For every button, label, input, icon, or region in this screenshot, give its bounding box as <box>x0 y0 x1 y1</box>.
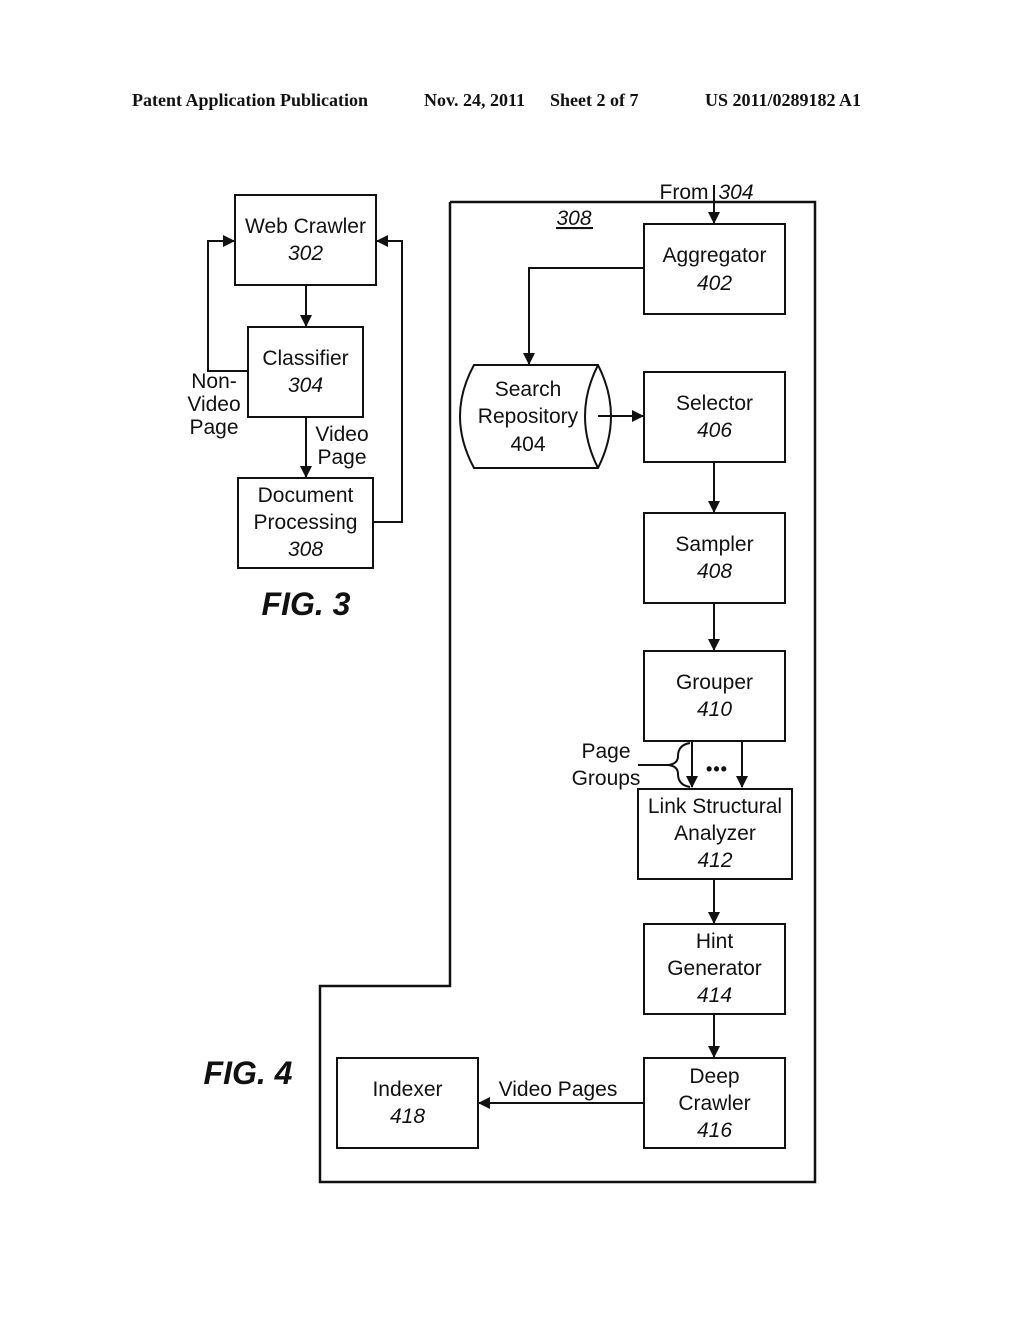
document-processing-label-line1: Document <box>258 484 354 507</box>
non-video-label-line1: Non- <box>191 370 237 393</box>
search-repository-label-line1: Search <box>495 378 562 401</box>
video-pages-label: Video Pages <box>499 1078 618 1101</box>
patent-figures: Web Crawler 302 Classifier 304 Non- Vide… <box>187 181 817 1184</box>
indexer-box <box>336 1057 479 1149</box>
aggregator-box <box>643 223 786 315</box>
selector-label: Selector <box>676 392 753 415</box>
search-repository-ref: 404 <box>510 433 545 456</box>
deep-crawler-node: Deep Crawler 416 <box>643 1057 786 1149</box>
sampler-label: Sampler <box>675 533 753 556</box>
link-structural-analyzer-ref: 412 <box>697 849 732 872</box>
from-ref: 304 <box>718 181 753 204</box>
page-groups-brace <box>667 742 691 788</box>
grouper-ref: 410 <box>697 698 732 721</box>
link-structural-analyzer-node: Link Structural Analyzer 412 <box>637 788 793 880</box>
sampler-ref: 408 <box>697 560 732 583</box>
link-structural-analyzer-label-line2: Analyzer <box>674 822 756 845</box>
fig3-diagram: Web Crawler 302 Classifier 304 Non- Vide… <box>187 194 403 622</box>
ellipsis: ••• <box>706 759 728 779</box>
hint-generator-ref: 414 <box>697 984 732 1007</box>
selector-node: Selector 406 <box>643 371 786 463</box>
video-page-label-line1: Video <box>315 423 368 446</box>
non-video-label-line2: Video <box>187 393 240 416</box>
web-crawler-label: Web Crawler <box>245 215 366 238</box>
deep-crawler-label-line1: Deep <box>689 1065 739 1088</box>
classifier-label: Classifier <box>262 347 348 370</box>
arrow-aggregator-to-repository <box>523 267 644 365</box>
classifier-node: Classifier 304 <box>247 326 364 418</box>
aggregator-node: Aggregator 402 <box>643 223 786 315</box>
link-structural-analyzer-label-line1: Link Structural <box>648 795 782 818</box>
fig3-caption: FIG. 3 <box>262 586 351 622</box>
indexer-ref: 418 <box>390 1105 425 1128</box>
web-crawler-box <box>234 194 377 286</box>
document-processing-node: Document Processing 308 <box>237 477 374 569</box>
sampler-box <box>643 512 786 604</box>
indexer-label: Indexer <box>372 1078 442 1101</box>
aggregator-label: Aggregator <box>663 244 767 267</box>
document-processing-label-line2: Processing <box>254 511 358 534</box>
grouper-box <box>643 650 786 742</box>
search-repository-node: Search Repository 404 <box>459 364 612 469</box>
web-crawler-ref: 302 <box>288 242 323 265</box>
arrow-processing-loop <box>373 235 403 523</box>
page-groups-label-line2: Groups <box>572 767 641 790</box>
selector-box <box>643 371 786 463</box>
video-page-label-line2: Page <box>317 446 366 469</box>
container-ref: 308 <box>556 207 591 230</box>
classifier-box <box>247 326 364 418</box>
deep-crawler-ref: 416 <box>697 1119 732 1142</box>
page-groups-label-line1: Page <box>581 740 630 763</box>
classifier-ref: 304 <box>288 374 323 397</box>
search-repository-label-line2: Repository <box>478 405 579 428</box>
hint-generator-node: Hint Generator 414 <box>643 923 786 1015</box>
non-video-label-line3: Page <box>189 416 238 439</box>
document-processing-ref: 308 <box>288 538 323 561</box>
selector-ref: 406 <box>697 419 732 442</box>
hint-generator-label-line1: Hint <box>696 930 734 953</box>
web-crawler-node: Web Crawler 302 <box>234 194 377 286</box>
grouper-label: Grouper <box>676 671 753 694</box>
hint-generator-label-line2: Generator <box>667 957 762 980</box>
from-label: From <box>660 181 709 204</box>
grouper-node: Grouper 410 <box>643 650 786 742</box>
deep-crawler-label-line2: Crawler <box>678 1092 750 1115</box>
fig4-caption: FIG. 4 <box>204 1055 293 1091</box>
sampler-node: Sampler 408 <box>643 512 786 604</box>
aggregator-ref: 402 <box>697 272 732 295</box>
indexer-node: Indexer 418 <box>336 1057 479 1149</box>
